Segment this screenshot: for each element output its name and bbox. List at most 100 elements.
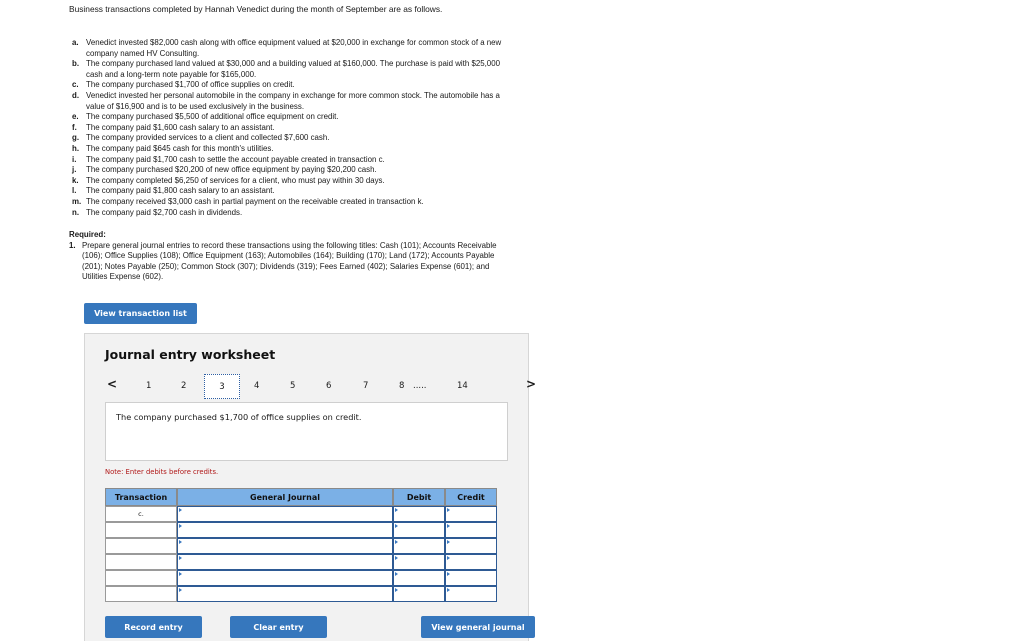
table-row (105, 570, 497, 586)
transaction-text: The company paid $645 cash for this mont… (86, 143, 274, 153)
page-14[interactable]: 14 (457, 381, 468, 391)
transaction-description: The company purchased $1,700 of office s… (105, 402, 508, 461)
table-row (105, 538, 497, 554)
problem-intro: Business transactions completed by Hanna… (69, 4, 443, 14)
transaction-item: d. Venedict invested her personal automob… (72, 91, 512, 112)
transaction-text: The company purchased $5,500 of addition… (86, 112, 339, 122)
transaction-item: h. The company paid $645 cash for this mo… (72, 144, 512, 155)
transaction-cell: c. (105, 506, 177, 522)
debit-input[interactable] (393, 586, 445, 602)
account-select[interactable] (177, 554, 393, 570)
table-row (105, 554, 497, 570)
transaction-text: The company paid $1,600 cash salary to a… (86, 122, 275, 132)
transaction-text: The company paid $2,700 cash in dividend… (86, 207, 243, 217)
transaction-text: The company provided services to a clien… (86, 133, 330, 143)
page-1[interactable]: 1 (146, 381, 151, 391)
credit-input[interactable] (445, 554, 497, 570)
view-general-journal-button[interactable]: View general journal (421, 616, 535, 638)
page-3-label: 3 (219, 381, 225, 392)
transaction-cell (105, 586, 177, 602)
table-row (105, 522, 497, 538)
transaction-item: k. The company completed $6,250 of servic… (72, 176, 512, 187)
header-credit: Credit (445, 488, 497, 506)
credit-input[interactable] (445, 538, 497, 554)
transaction-letter: b. (72, 59, 80, 69)
credit-input[interactable] (445, 570, 497, 586)
transaction-item: g. The company provided services to a cli… (72, 133, 512, 144)
table-row: c. (105, 506, 497, 522)
transaction-item: c. The company purchased $1,700 of office… (72, 80, 512, 91)
transaction-text: The company received $3,000 cash in part… (86, 196, 424, 206)
transaction-letter: f. (72, 122, 77, 132)
account-select[interactable] (177, 570, 393, 586)
transaction-letter: j. (72, 165, 77, 175)
credit-input[interactable] (445, 586, 497, 602)
transaction-letter: l. (72, 186, 77, 196)
transaction-letter: d. (72, 90, 80, 100)
transaction-letter: n. (72, 207, 80, 217)
transaction-text: The company purchased $1,700 of office s… (86, 80, 295, 90)
next-page-chevron-icon[interactable]: > (526, 377, 536, 391)
page-7[interactable]: 7 (363, 381, 368, 391)
worksheet-pagination: < 1 2 3 4 5 6 7 8 ..... 14 > (85, 374, 536, 400)
required-text: Prepare general journal entries to recor… (82, 240, 497, 282)
page-4[interactable]: 4 (254, 381, 259, 391)
transaction-item: e. The company purchased $5,500 of additi… (72, 112, 512, 123)
general-journal-table: Transaction General Journal Debit Credit… (105, 488, 497, 602)
transaction-text: The company purchased $20,200 of new off… (86, 165, 377, 175)
debit-credit-note: Note: Enter debits before credits. (105, 468, 219, 476)
transaction-letter: e. (72, 112, 79, 122)
transaction-item: m. The company received $3,000 cash in pa… (72, 197, 512, 208)
journal-entry-worksheet: Journal entry worksheet < 1 2 3 4 5 6 7 … (84, 333, 536, 641)
debit-input[interactable] (393, 570, 445, 586)
required-number: 1. (69, 240, 76, 250)
clear-entry-button[interactable]: Clear entry (230, 616, 327, 638)
transaction-item: n. The company paid $2,700 cash in divide… (72, 208, 512, 219)
account-select[interactable] (177, 586, 393, 602)
table-row (105, 586, 497, 602)
debit-input[interactable] (393, 554, 445, 570)
page-6[interactable]: 6 (326, 381, 331, 391)
prev-page-chevron-icon[interactable]: < (107, 377, 117, 391)
credit-input[interactable] (445, 506, 497, 522)
required-item: 1. Prepare general journal entries to re… (69, 241, 514, 283)
page-5[interactable]: 5 (290, 381, 295, 391)
transaction-item: b. The company purchased land valued at $… (72, 59, 512, 80)
transaction-cell (105, 570, 177, 586)
transaction-text: The company paid $1,700 cash to settle t… (86, 154, 385, 164)
transaction-text: The company paid $1,800 cash salary to a… (86, 186, 275, 196)
transaction-cell (105, 522, 177, 538)
transaction-letter: i. (72, 154, 77, 164)
page-3-active[interactable]: 3 (204, 374, 240, 399)
transaction-letter: k. (72, 175, 79, 185)
transaction-cell (105, 554, 177, 570)
account-select[interactable] (177, 538, 393, 554)
transaction-cell (105, 538, 177, 554)
transaction-letter: h. (72, 143, 80, 153)
transaction-letter: m. (72, 196, 82, 206)
worksheet-title: Journal entry worksheet (105, 347, 276, 362)
transaction-text: The company purchased land valued at $30… (86, 59, 500, 79)
transaction-letter: c. (72, 80, 79, 90)
transaction-item: f. The company paid $1,600 cash salary to… (72, 123, 512, 134)
transaction-text: The company completed $6,250 of services… (86, 175, 385, 185)
transaction-item: a. Venedict invested $82,000 cash along w… (72, 38, 512, 59)
record-entry-button[interactable]: Record entry (105, 616, 202, 638)
header-general-journal: General Journal (177, 488, 393, 506)
required-section: Required: 1. Prepare general journal ent… (69, 230, 514, 283)
debit-input[interactable] (393, 538, 445, 554)
view-transaction-list-button[interactable]: View transaction list (84, 303, 197, 324)
account-select[interactable] (177, 506, 393, 522)
debit-input[interactable] (393, 506, 445, 522)
table-header-row: Transaction General Journal Debit Credit (105, 488, 497, 506)
page-2[interactable]: 2 (181, 381, 186, 391)
transaction-letter: g. (72, 133, 80, 143)
transaction-item: l. The company paid $1,800 cash salary to… (72, 186, 512, 197)
page-8[interactable]: 8 (399, 381, 404, 391)
header-transaction: Transaction (105, 488, 177, 506)
transaction-text: Venedict invested $82,000 cash along wit… (86, 38, 502, 58)
credit-input[interactable] (445, 522, 497, 538)
debit-input[interactable] (393, 522, 445, 538)
account-select[interactable] (177, 522, 393, 538)
transaction-letter: a. (72, 38, 79, 47)
